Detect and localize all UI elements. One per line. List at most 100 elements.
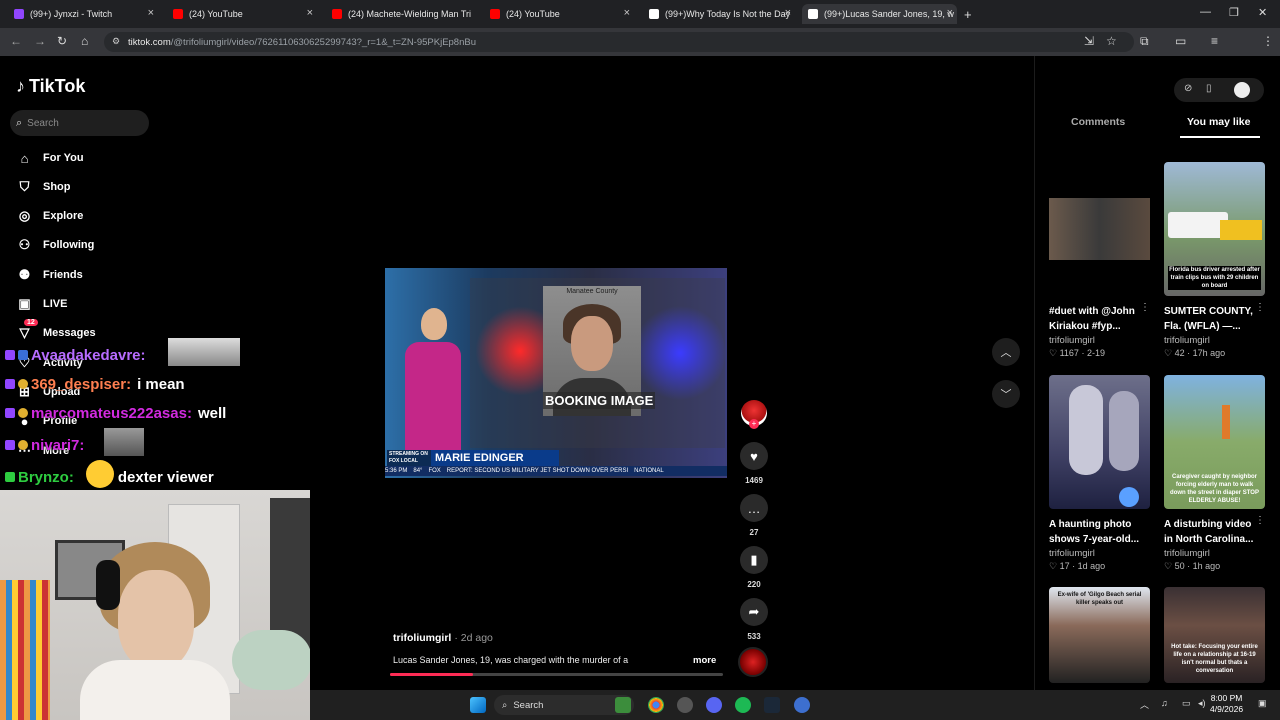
next-video-button[interactable]: ﹀ [992, 380, 1020, 408]
close-tab-icon[interactable]: × [785, 7, 791, 19]
windows-start-icon[interactable] [470, 697, 486, 713]
previous-video-button[interactable]: ︿ [992, 338, 1020, 366]
close-tab-icon[interactable]: × [947, 7, 953, 19]
music-disc[interactable] [738, 647, 768, 677]
minimize-icon[interactable]: — [1200, 6, 1211, 18]
caption-username[interactable]: trifoliumgirl · 2d ago [393, 632, 493, 644]
active-tab-indicator [1180, 136, 1260, 138]
steam-icon[interactable] [764, 697, 780, 713]
recommended-video-card[interactable]: Florida bus driver arrested after train … [1164, 162, 1265, 359]
nav-friends[interactable]: ⚉ Friends [16, 265, 83, 285]
reload-icon[interactable]: ↻ [57, 34, 67, 48]
taskbar-clock[interactable]: 8:00 PM 4/9/2026 [1210, 693, 1243, 715]
compass-icon[interactable]: ⊘ [1184, 83, 1192, 94]
following-icon: ⚇ [18, 237, 31, 252]
extensions-icon[interactable]: ⧉ [1140, 34, 1149, 49]
recommended-video-card[interactable]: Caregiver caught by neighbor forcing eld… [1164, 375, 1265, 572]
chat-message: marcomateus222asas: well [5, 402, 226, 424]
volume-icon[interactable]: ◂) [1198, 698, 1206, 709]
recommended-video-card[interactable]: Hot take: Focusing your entire life on a… [1164, 587, 1265, 683]
share-button[interactable]: ➦ 533 [740, 598, 768, 641]
media-icon[interactable]: ≡ [1211, 34, 1218, 48]
close-tab-icon[interactable]: × [307, 7, 313, 19]
close-window-icon[interactable]: ✕ [1258, 6, 1267, 19]
search-input[interactable]: ⌕ Search [10, 110, 149, 136]
file-explorer-icon[interactable] [615, 697, 631, 713]
nav-shop[interactable]: ⛉ Shop [16, 177, 71, 197]
recommended-video-card[interactable]: A haunting photo shows 7-year-old... trif… [1049, 375, 1150, 572]
bookmark-star-icon[interactable]: ☆ [1106, 34, 1117, 48]
heart-outline-icon: ♡ [1164, 348, 1175, 358]
notifications-icon[interactable]: ▣ [1258, 698, 1267, 709]
recommended-video-card[interactable]: #duet with @John Kiriakou #fyp... trifoli… [1049, 162, 1150, 359]
bookmark-icon: ▮ [740, 546, 768, 574]
browser-tab[interactable]: (99+)Why Today Is Not the Day × [643, 4, 795, 24]
webcam-feed [0, 490, 310, 720]
youtube-icon [173, 9, 183, 19]
browser-tab[interactable]: (99+) Jynxzi - Twitch × [8, 4, 158, 24]
restore-icon[interactable]: ❐ [1229, 6, 1239, 19]
back-icon[interactable]: ← [10, 34, 22, 48]
close-tab-icon[interactable]: × [624, 7, 630, 19]
duck-emote-icon [86, 460, 114, 488]
tab-you-may-like[interactable]: You may like [1187, 116, 1250, 128]
caption-more-button[interactable]: more [693, 655, 716, 666]
video-progress-fill [390, 673, 474, 676]
taskbar-search[interactable]: ⌕ Search [494, 695, 634, 715]
chrome-icon[interactable] [648, 697, 664, 713]
badge-icon [5, 350, 15, 360]
police-light-blue [635, 303, 725, 403]
close-tab-icon[interactable]: × [148, 7, 154, 19]
heart-outline-icon: ♡ [1049, 561, 1060, 571]
network-icon[interactable]: ▭ [1182, 698, 1191, 709]
browser-tab[interactable]: (24) YouTube × [484, 4, 634, 24]
video-thumbnail: Ex-wife of 'Gilgo Beach serial killer sp… [1049, 587, 1150, 683]
badge-icon [18, 350, 28, 360]
menu-icon[interactable]: ⋮ [1262, 34, 1274, 48]
site-info-icon[interactable]: ⚙ [112, 36, 120, 47]
nav-for-you[interactable]: ⌂ For You [16, 148, 84, 168]
chat-message: 369_despiser: i mean [5, 373, 185, 395]
nav-live[interactable]: ▣ LIVE [16, 294, 67, 314]
nav-following[interactable]: ⚇ Following [16, 235, 95, 255]
forward-icon[interactable]: → [34, 34, 46, 48]
nav-explore[interactable]: ◎ Explore [16, 206, 84, 226]
video-progress-bar[interactable] [390, 673, 723, 676]
comment-button[interactable]: … 27 [740, 494, 768, 537]
app-icon[interactable] [677, 697, 693, 713]
news-ticker: 5:36 PM 84° FOX REPORT: SECOND US MILITARY … [385, 466, 727, 476]
video-thumbnail: Florida bus driver arrested after train … [1164, 162, 1265, 296]
browser-tab-active[interactable]: (99+)Lucas Sander Jones, 19, w × [802, 4, 957, 24]
new-tab-button[interactable]: + [964, 7, 972, 22]
tiktok-logo[interactable]: ♪ TikTok [16, 76, 85, 97]
chat-emote-image [104, 428, 144, 456]
tab-comments[interactable]: Comments [1071, 116, 1125, 128]
device-icon[interactable]: ▯ [1206, 83, 1212, 94]
app-icon[interactable] [794, 697, 810, 713]
toggle-knob[interactable] [1234, 82, 1250, 98]
follow-plus-icon[interactable]: + [749, 419, 759, 429]
like-button[interactable]: ♥ 1469 [740, 442, 768, 485]
nav-messages[interactable]: ▽ 12 Messages [16, 319, 96, 343]
home-icon[interactable]: ⌂ [81, 34, 88, 48]
heart-icon: ♥ [740, 442, 768, 470]
browser-tab[interactable]: (24) Machete-Wielding Man Tri [326, 4, 476, 24]
spotify-icon[interactable] [735, 697, 751, 713]
tray-chevron-icon[interactable]: ︿ [1140, 698, 1149, 711]
recommended-video-card[interactable]: Ex-wife of 'Gilgo Beach serial killer sp… [1049, 587, 1150, 683]
microphone-icon[interactable]: ♫ [1161, 698, 1168, 708]
save-button[interactable]: ▮ 220 [740, 546, 768, 589]
discord-icon[interactable] [706, 697, 722, 713]
address-bar[interactable]: ⚙ tiktok.com/@trifoliumgirl/video/762611… [104, 32, 1134, 52]
more-options-icon[interactable]: ⋮ [1140, 302, 1150, 313]
youtube-icon [332, 9, 342, 19]
tiktok-icon [649, 9, 659, 19]
install-app-icon[interactable]: ⇲ [1084, 34, 1094, 48]
tiktok-note-icon: ♪ [16, 76, 25, 96]
more-options-icon[interactable]: ⋮ [1255, 515, 1265, 526]
browser-tab[interactable]: (24) YouTube × [167, 4, 317, 24]
sidebar-icon[interactable]: ▭ [1175, 34, 1186, 48]
more-options-icon[interactable]: ⋮ [1255, 302, 1265, 313]
video-player[interactable]: Manatee County BOOKING IMAGE STREAMING O… [385, 268, 727, 478]
creator-avatar[interactable]: + [741, 400, 767, 429]
